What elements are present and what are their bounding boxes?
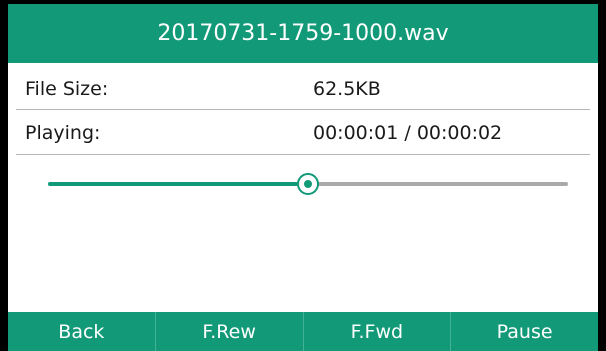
media-player-screen: 20170731-1759-1000.wav File Size: 62.5KB… — [8, 4, 598, 351]
playing-label: Playing: — [25, 122, 101, 144]
fast-forward-button[interactable]: F.Fwd — [304, 312, 452, 351]
playing-time-value: 00:00:01 / 00:00:02 — [313, 122, 503, 144]
progress-fill — [48, 182, 308, 186]
fast-rewind-button[interactable]: F.Rew — [156, 312, 304, 351]
pause-button[interactable]: Pause — [451, 312, 598, 351]
file-size-value: 62.5KB — [313, 78, 381, 100]
divider — [16, 154, 590, 155]
file-size-row: File Size: 62.5KB — [8, 68, 598, 110]
playback-progress-slider[interactable] — [48, 172, 568, 196]
softkey-bar: Back F.Rew F.Fwd Pause — [8, 312, 598, 351]
progress-knob-icon[interactable] — [297, 173, 319, 195]
file-size-label: File Size: — [25, 78, 109, 100]
back-button[interactable]: Back — [8, 312, 156, 351]
playing-row: Playing: 00:00:01 / 00:00:02 — [8, 112, 598, 154]
divider — [16, 109, 590, 110]
file-title: 20170731-1759-1000.wav — [8, 4, 598, 63]
